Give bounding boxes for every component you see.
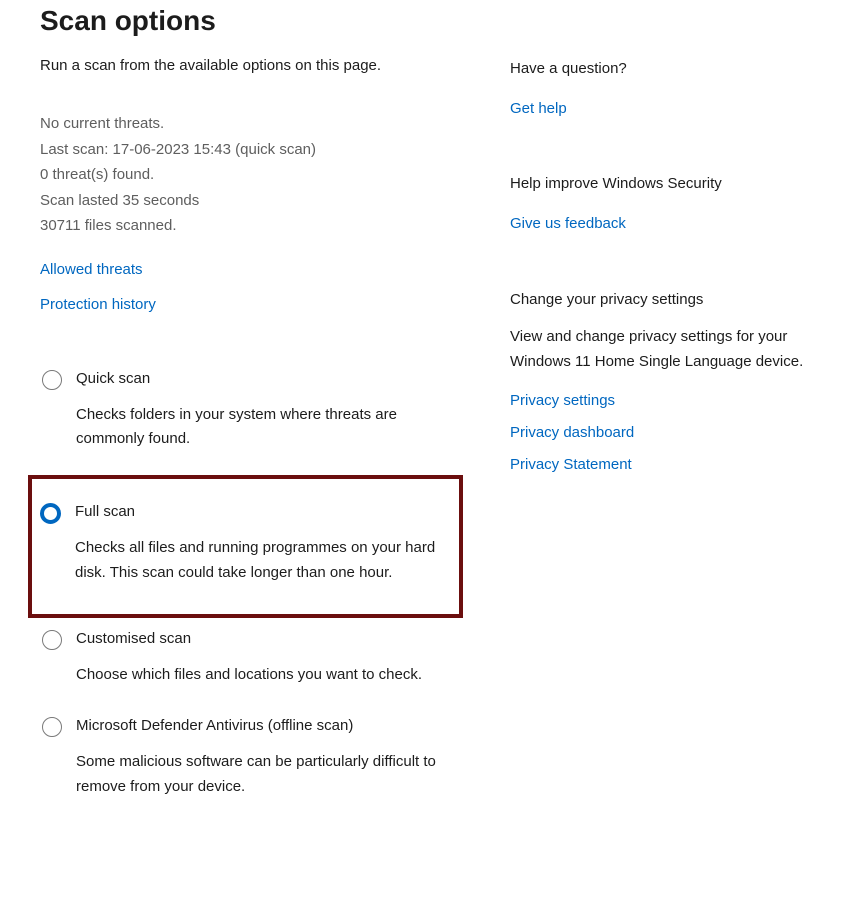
status-no-threats: No current threats.	[40, 111, 455, 137]
status-block: No current threats. Last scan: 17-06-202…	[40, 111, 455, 239]
privacy-statement-link[interactable]: Privacy Statement	[510, 449, 810, 481]
option-body: Quick scan Checks folders in your system…	[76, 368, 455, 453]
status-files-scanned: 30711 files scanned.	[40, 213, 455, 239]
side-question-heading: Have a question?	[510, 60, 810, 77]
side-question: Have a question? Get help	[510, 60, 810, 125]
option-body: Customised scan Choose which files and l…	[76, 628, 455, 688]
option-desc: Some malicious software can be particula…	[76, 750, 455, 800]
radio-offline-scan[interactable]	[42, 717, 62, 737]
give-feedback-link[interactable]: Give us feedback	[510, 208, 810, 240]
side-privacy-desc: View and change privacy settings for you…	[510, 324, 810, 375]
option-body: Full scan Checks all files and running p…	[75, 501, 451, 586]
option-label: Quick scan	[76, 368, 455, 389]
option-quick-scan[interactable]: Quick scan Checks folders in your system…	[40, 363, 455, 471]
status-threats-found: 0 threat(s) found.	[40, 162, 455, 188]
option-label: Full scan	[75, 501, 451, 522]
privacy-dashboard-link[interactable]: Privacy dashboard	[510, 417, 810, 449]
option-desc: Checks folders in your system where thre…	[76, 403, 455, 453]
protection-history-link[interactable]: Protection history	[40, 294, 455, 315]
option-label: Customised scan	[76, 628, 455, 649]
radio-quick-scan[interactable]	[42, 370, 62, 390]
option-desc: Choose which files and locations you wan…	[76, 663, 455, 688]
side-improve-heading: Help improve Windows Security	[510, 175, 810, 192]
option-customised-scan[interactable]: Customised scan Choose which files and l…	[40, 623, 455, 706]
side-privacy-heading: Change your privacy settings	[510, 291, 810, 308]
get-help-link[interactable]: Get help	[510, 93, 810, 125]
privacy-settings-link[interactable]: Privacy settings	[510, 385, 810, 417]
status-last-scan: Last scan: 17-06-2023 15:43 (quick scan)	[40, 137, 455, 163]
side-improve: Help improve Windows Security Give us fe…	[510, 175, 810, 240]
radio-full-scan[interactable]	[40, 503, 61, 524]
scan-options-list: Quick scan Checks folders in your system…	[40, 363, 455, 818]
side-privacy: Change your privacy settings View and ch…	[510, 291, 810, 482]
option-body: Microsoft Defender Antivirus (offline sc…	[76, 715, 455, 800]
status-duration: Scan lasted 35 seconds	[40, 188, 455, 214]
option-label: Microsoft Defender Antivirus (offline sc…	[76, 715, 455, 736]
allowed-threats-link[interactable]: Allowed threats	[40, 259, 455, 280]
option-full-scan[interactable]: Full scan Checks all files and running p…	[28, 475, 463, 618]
page-title: Scan options	[40, 5, 455, 37]
radio-customised-scan[interactable]	[42, 630, 62, 650]
option-desc: Checks all files and running programmes …	[75, 536, 451, 586]
page-intro: Run a scan from the available options on…	[40, 55, 455, 76]
option-offline-scan[interactable]: Microsoft Defender Antivirus (offline sc…	[40, 710, 455, 818]
